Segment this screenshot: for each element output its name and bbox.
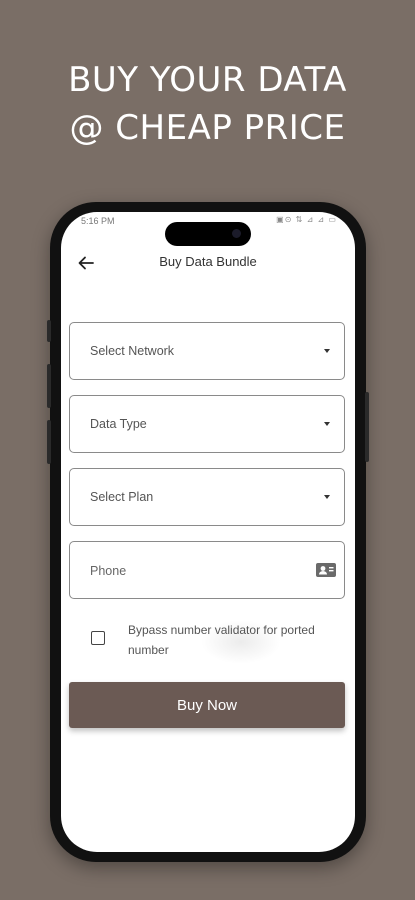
data-type-select-label: Data Type [90, 417, 147, 431]
chevron-down-icon [324, 495, 330, 499]
promo-line-1: BUY YOUR DATA [68, 60, 347, 100]
chevron-down-icon [324, 349, 330, 353]
phone-side-button [365, 392, 369, 462]
network-select-label: Select Network [90, 344, 175, 358]
chevron-down-icon [324, 422, 330, 426]
plan-select[interactable]: Select Plan [69, 468, 345, 526]
phone-side-button [47, 320, 51, 342]
contact-card-icon[interactable] [316, 562, 336, 578]
data-type-select[interactable]: Data Type [69, 395, 345, 453]
plan-select-label: Select Plan [90, 490, 154, 504]
phone-field-container [69, 541, 345, 599]
page-title: Buy Data Bundle [159, 254, 257, 269]
phone-side-button [47, 364, 51, 408]
dynamic-island [165, 222, 251, 246]
camera-dot [232, 229, 241, 238]
phone-input[interactable] [88, 558, 312, 584]
app-bar: Buy Data Bundle [61, 248, 355, 278]
phone-mockup: 5:16 PM ▣⊙ ⇅ ⊿ ⊿ ▭ Buy Data Bundle Selec… [47, 202, 369, 862]
promo-headline: BUY YOUR DATA @ CHEAP PRICE [0, 56, 415, 152]
bypass-validator-label: Bypass number validator for ported numbe… [128, 623, 315, 657]
phone-screen: 5:16 PM ▣⊙ ⇅ ⊿ ⊿ ▭ Buy Data Bundle Selec… [61, 212, 355, 852]
status-time: 5:16 PM [81, 216, 115, 226]
bypass-validator-checkbox[interactable] [91, 631, 105, 645]
status-icons: ▣⊙ ⇅ ⊿ ⊿ ▭ [276, 215, 337, 224]
promo-line-2: @ CHEAP PRICE [69, 108, 346, 148]
network-select[interactable]: Select Network [69, 322, 345, 380]
buy-now-button[interactable]: Buy Now [69, 682, 345, 728]
bypass-validator-row: Bypass number validator for ported numbe… [91, 620, 331, 664]
phone-side-button [47, 420, 51, 464]
